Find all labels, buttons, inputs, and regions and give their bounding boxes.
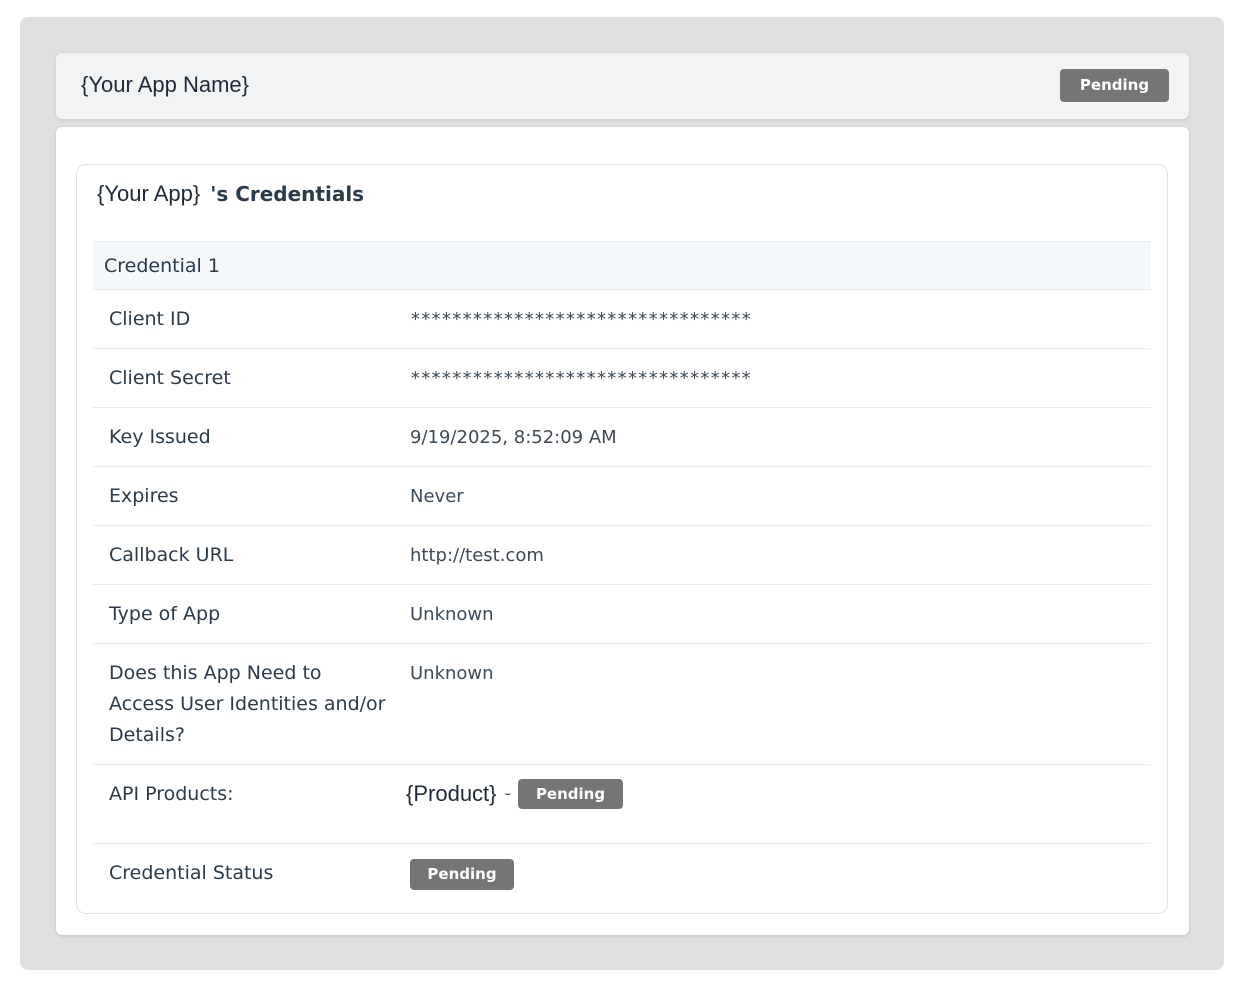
row-type-of-app: Type of App Unknown [93, 585, 1151, 644]
type-of-app-value: Unknown [410, 604, 494, 625]
row-user-identities: Does this App Need to Access User Identi… [93, 644, 1151, 765]
app-header: {Your App Name} Pending [56, 53, 1189, 119]
client-secret-value: ********************************* [410, 368, 752, 389]
row-expires: Expires Never [93, 467, 1151, 526]
credentials-panel: {Your App} 's Credentials Credential 1 Cl… [56, 127, 1189, 935]
credentials-title-app: {Your App} [97, 181, 201, 206]
user-identities-value: Unknown [410, 663, 494, 684]
api-products-value: {Product} - Pending [406, 778, 1151, 843]
row-key-issued: Key Issued 9/19/2025, 8:52:09 AM [93, 408, 1151, 467]
credential-status-value: Pending [410, 858, 1151, 916]
product-name: {Product} [406, 781, 497, 806]
client-id-value: ********************************* [410, 309, 752, 330]
row-label: Expires [109, 485, 179, 507]
credentials-card: {Your App} 's Credentials Credential 1 Cl… [76, 164, 1168, 914]
row-client-id: Client ID ******************************… [93, 290, 1151, 349]
row-label: Callback URL [109, 544, 234, 566]
row-client-secret: Client Secret **************************… [93, 349, 1151, 408]
row-label: Key Issued [109, 426, 211, 448]
row-label: Client Secret [109, 367, 231, 389]
page-frame: {Your App Name} Pending {Your App} 's Cre… [20, 17, 1224, 970]
row-label: Type of App [109, 603, 221, 625]
row-label: Credential Status [109, 862, 274, 884]
row-credential-status: Credential Status Pending [93, 844, 1151, 916]
product-line: {Product} - Pending [406, 778, 1151, 809]
row-label: Client ID [109, 308, 191, 330]
app-name: {Your App Name} [81, 72, 249, 97]
credential-table: Credential 1 Client ID *****************… [93, 241, 1151, 916]
expires-value: Never [410, 486, 464, 507]
row-label: Does this App Need to Access User Identi… [109, 662, 386, 746]
credential-status-badge: Pending [410, 859, 514, 890]
row-api-products: API Products: {Product} - Pending [93, 765, 1151, 844]
credential-section-header: Credential 1 [93, 241, 1151, 290]
credentials-title: {Your App} 's Credentials [97, 181, 364, 207]
app-status-badge: Pending [1060, 69, 1169, 102]
product-status-badge: Pending [518, 778, 624, 809]
product-separator: - [504, 783, 512, 804]
credentials-title-suffix: 's Credentials [210, 182, 365, 206]
row-callback-url: Callback URL http://test.com [93, 526, 1151, 585]
key-issued-value: 9/19/2025, 8:52:09 AM [410, 427, 617, 448]
row-label: API Products: [109, 783, 234, 805]
callback-url-value: http://test.com [410, 545, 544, 566]
